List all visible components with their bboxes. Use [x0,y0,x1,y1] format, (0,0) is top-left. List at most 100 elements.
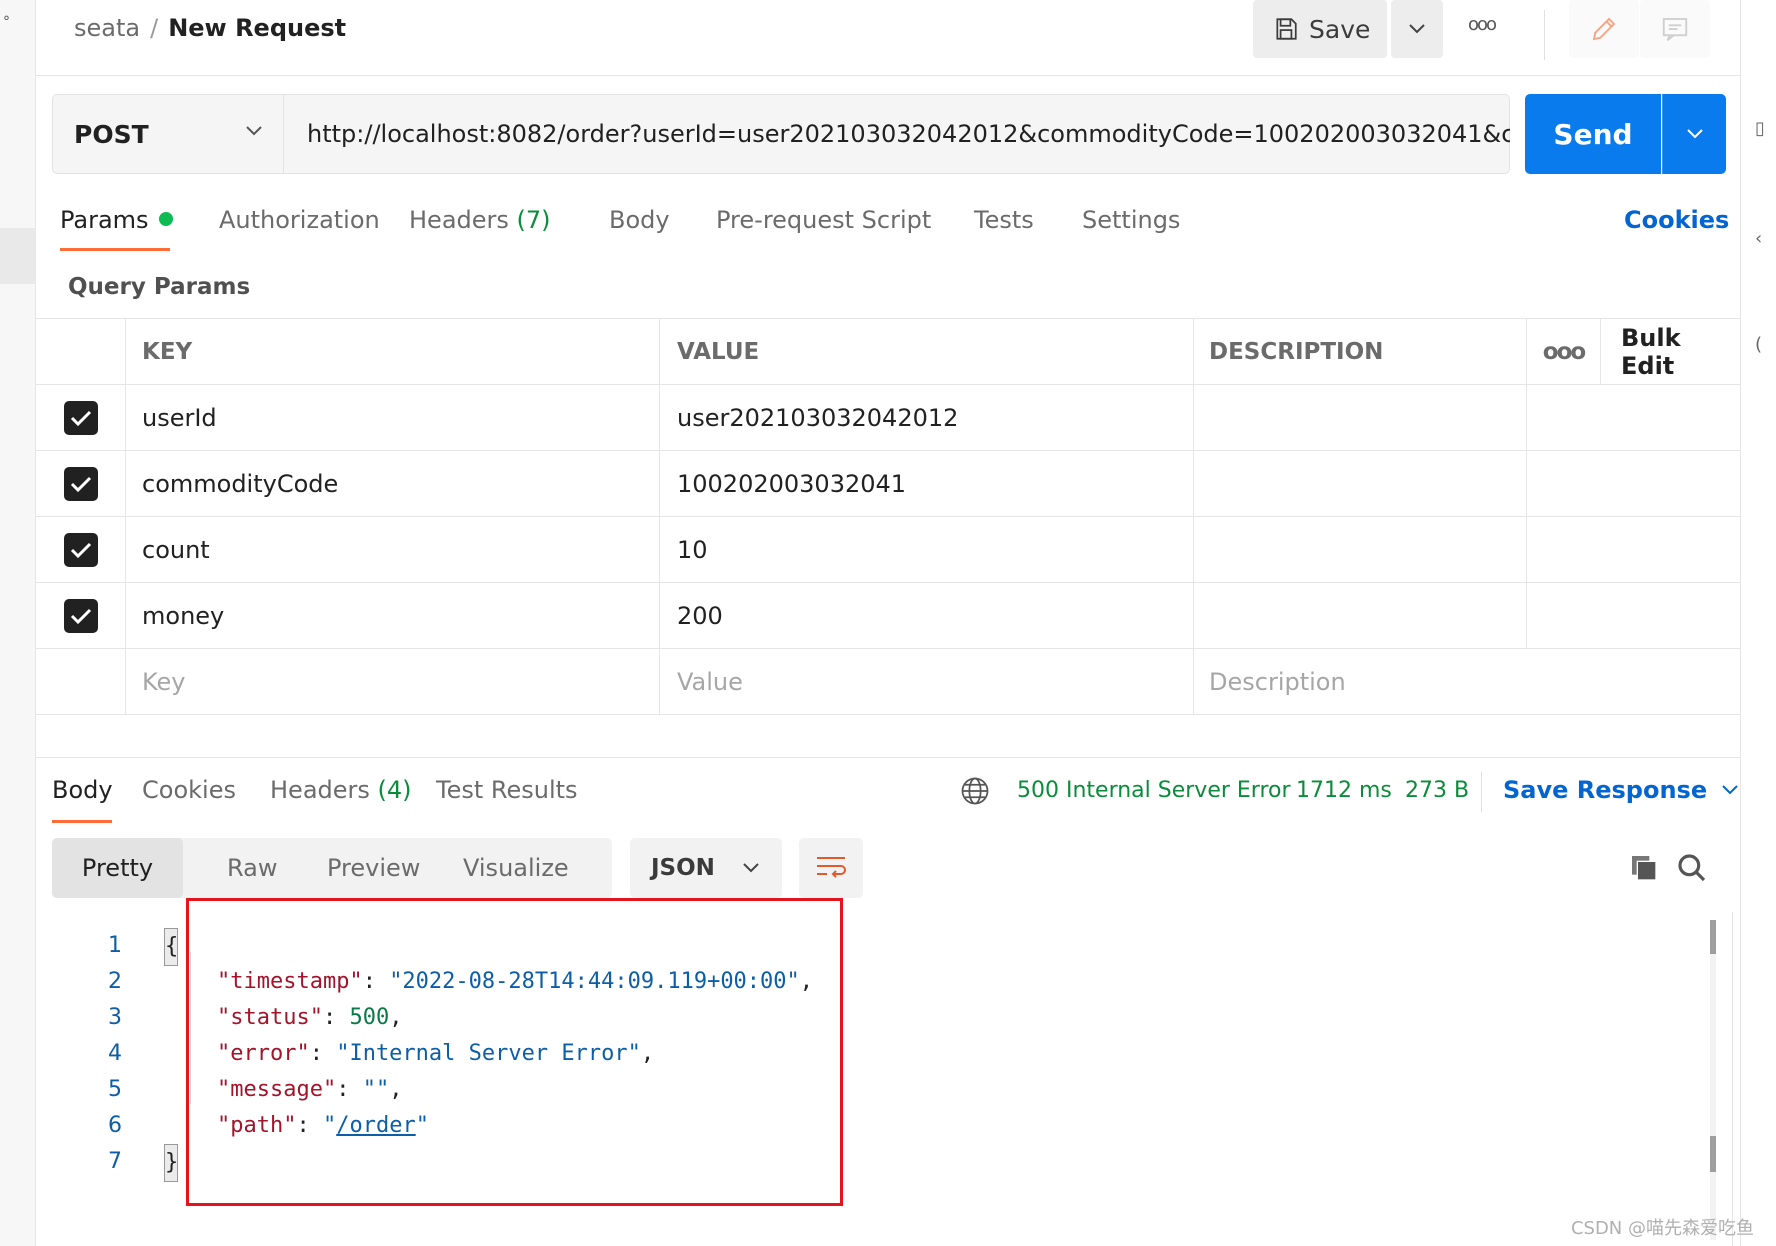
view-preview-button[interactable]: Preview [327,838,420,898]
header-checkbox-cell [36,319,126,384]
code-text: { [164,928,178,966]
wrap-lines-button[interactable] [799,838,863,898]
param-key[interactable]: count [126,517,660,582]
send-options-button[interactable] [1662,94,1726,174]
param-value[interactable]: 200 [660,583,1194,648]
line-number: 3 [108,1005,122,1030]
json-open-brace: { [164,928,178,966]
row-checkbox[interactable] [63,598,98,633]
new-value-input[interactable]: Value [660,649,1194,714]
row-checkbox[interactable] [63,532,98,567]
http-method-value: POST [74,119,149,149]
param-value[interactable]: 10 [660,517,1194,582]
comment-button[interactable] [1640,0,1710,58]
copy-icon[interactable] [1628,852,1660,884]
table-more-options-icon[interactable]: ooo [1527,319,1601,384]
row-checkbox[interactable] [63,466,98,501]
row-checkbox-cell [36,451,126,516]
param-description[interactable] [1194,583,1527,648]
param-description[interactable] [1194,451,1527,516]
param-key[interactable]: money [126,583,660,648]
tab-tests[interactable]: Tests [974,206,1034,234]
line-number: 1 [108,933,122,958]
editor-scrollbar-thumb-lower[interactable] [1710,1136,1716,1172]
rail-info-icon[interactable]: ( [1755,334,1762,355]
line-number: 4 [108,1041,122,1066]
save-label: Save [1309,14,1371,44]
table-row: money 200 [36,583,1740,649]
save-options-button[interactable] [1391,0,1443,58]
edit-button[interactable] [1569,0,1639,58]
params-active-indicator [158,212,173,226]
view-visualize-button[interactable]: Visualize [463,838,569,898]
response-tab-cookies[interactable]: Cookies [142,776,236,804]
editor-scrollbar[interactable] [1710,920,1716,1240]
code-text: } [164,1144,178,1182]
view-pretty-button[interactable]: Pretty [52,838,183,898]
globe-icon[interactable] [960,776,990,806]
row-checkbox[interactable] [63,400,98,435]
header-description: DESCRIPTION [1194,319,1527,384]
view-raw-button[interactable]: Raw [227,838,277,898]
rail-code-icon[interactable]: ‹ [1755,228,1762,249]
tab-headers[interactable]: Headers (7) [409,206,551,234]
param-description[interactable] [1194,385,1527,450]
param-value[interactable]: user202103032042012 [660,385,1194,450]
save-response-button[interactable]: Save Response [1503,776,1739,804]
url-input[interactable]: http://localhost:8082/order?userId=user2… [285,95,1510,173]
rail-selected-item[interactable] [0,228,35,284]
new-param-row: Key Value Description [36,649,1740,715]
request-header-bar: seata / New Request Save ooo [36,0,1740,76]
response-status[interactable]: 500 Internal Server Error [1017,778,1291,803]
tab-prerequest-script[interactable]: Pre-request Script [716,206,931,234]
param-key[interactable]: userId [126,385,660,450]
tab-authorization[interactable]: Authorization [219,206,380,234]
param-key[interactable]: commodityCode [126,451,660,516]
http-method-select[interactable]: POST [53,95,284,173]
search-icon[interactable] [1676,852,1708,884]
chevron-down-icon [1686,129,1703,139]
chevron-down-icon [743,863,759,873]
breadcrumb-collection[interactable]: seata [74,14,140,42]
rail-doc-icon[interactable]: ▯ [1755,118,1765,139]
new-key-input[interactable]: Key [126,649,660,714]
param-description[interactable] [1194,517,1527,582]
response-tab-headers[interactable]: Headers (4) [270,776,412,804]
more-options-icon[interactable]: ooo [1468,14,1497,35]
tab-body[interactable]: Body [609,206,670,234]
param-value[interactable]: 100202003032041 [660,451,1194,516]
response-size[interactable]: 273 B [1405,778,1469,803]
response-tab-body[interactable]: Body [52,776,113,804]
toolbar-divider [1544,10,1545,60]
request-title[interactable]: New Request [168,14,346,42]
send-button[interactable]: Send [1525,94,1661,174]
rail-dot-icon: ° [3,14,10,30]
table-header-row: KEY VALUE DESCRIPTION ooo Bulk Edit [36,319,1740,385]
query-params-table: KEY VALUE DESCRIPTION ooo Bulk Edit user… [36,318,1740,715]
highlight-annotation-box [186,898,843,1206]
tab-settings[interactable]: Settings [1082,206,1180,234]
line-number: 2 [108,969,122,994]
request-workspace: seata / New Request Save ooo POST http://l… [36,0,1740,1246]
table-row: count 10 [36,517,1740,583]
checkmark-icon [70,608,91,624]
response-view-switcher: Pretty Raw Preview Visualize [52,838,612,898]
pencil-icon [1592,17,1616,41]
bulk-edit-button[interactable]: Bulk Edit [1601,319,1740,384]
save-response-label: Save Response [1503,776,1708,804]
response-tab-test-results[interactable]: Test Results [436,776,578,804]
new-description-input[interactable]: Description [1194,649,1527,714]
response-format-select[interactable]: JSON [630,838,782,898]
tab-params[interactable]: Params [60,206,173,234]
table-row: commodityCode 100202003032041 [36,451,1740,517]
response-time[interactable]: 1712 ms [1296,778,1392,803]
editor-scrollbar-thumb[interactable] [1710,920,1716,954]
cookies-link[interactable]: Cookies [1624,206,1729,234]
checkmark-icon [70,542,91,558]
response-divider-vertical [1481,772,1482,812]
json-close-brace: } [164,1144,178,1182]
chevron-down-icon [246,126,262,136]
active-tab-indicator [60,248,170,251]
save-button[interactable]: Save [1253,0,1387,58]
table-row: userId user202103032042012 [36,385,1740,451]
